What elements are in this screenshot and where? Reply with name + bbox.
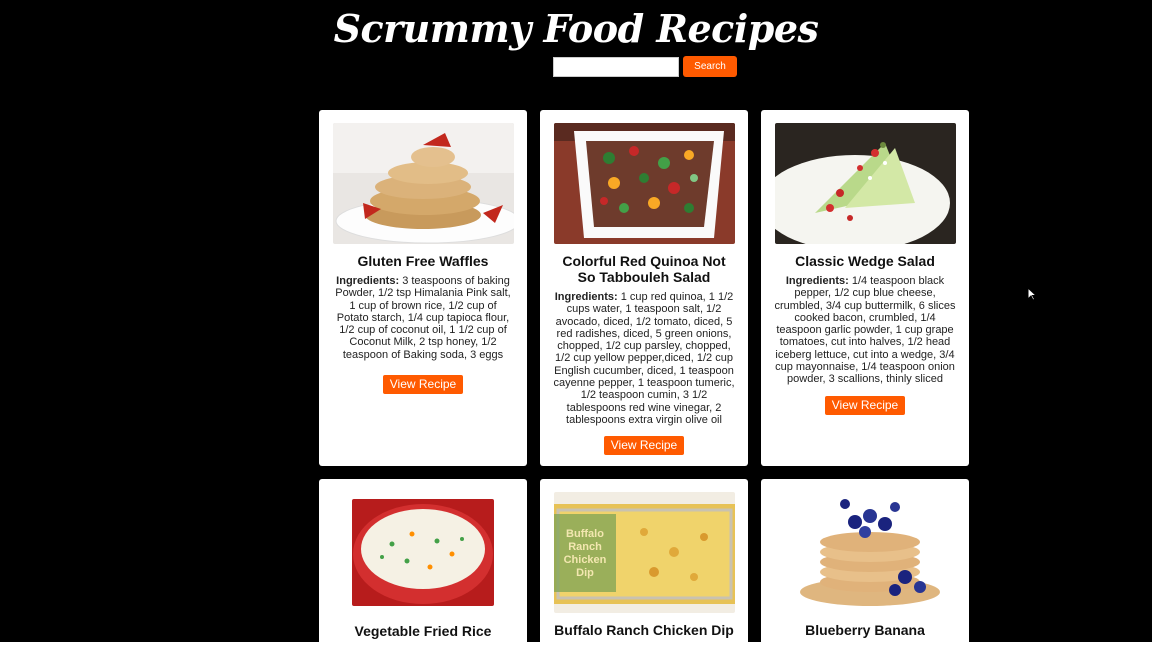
mouse-cursor-icon	[1027, 287, 1037, 301]
recipe-title: Colorful Red Quinoa Not So Tabbouleh Sal…	[562, 253, 726, 285]
recipe-image-chicken-dip[interactable]: Buffalo Ranch Chicken Dip	[553, 492, 735, 613]
recipe-title: Gluten Free Waffles	[357, 253, 489, 269]
ingredients-text: 1 cup red quinoa, 1 1/2 cups water, 1 te…	[553, 291, 735, 426]
recipe-title: Blueberry Banana	[805, 622, 925, 638]
recipe-image-pancakes[interactable]	[774, 492, 956, 613]
ingredients-text: 1/4 teaspoon black pepper, 1/2 cup blue …	[774, 275, 956, 386]
view-recipe-button[interactable]: View Recipe	[824, 395, 906, 415]
search-button[interactable]: Search	[683, 56, 737, 77]
search-bar: Search	[553, 56, 737, 77]
page: Scrummy Food Recipes Search Gluten Free …	[0, 0, 1152, 648]
recipe-card: Classic Wedge Salad Ingredients: 1/4 tea…	[761, 110, 969, 466]
view-recipe-button[interactable]: View Recipe	[603, 436, 685, 456]
bottom-strip	[0, 642, 1152, 648]
image-overlay-text: Ranch	[568, 541, 602, 553]
recipe-title: Classic Wedge Salad	[795, 253, 935, 269]
recipe-image-quinoa[interactable]	[553, 123, 735, 244]
image-overlay-text: Chicken	[563, 554, 606, 566]
search-input[interactable]	[553, 56, 679, 77]
ingredients-label: Ingredients:	[336, 275, 400, 287]
recipe-card: Buffalo Ranch Chicken Dip Buffalo Ranch …	[540, 479, 748, 648]
recipe-ingredients: Ingredients: 1/4 teaspoon black pepper, …	[774, 275, 956, 386]
image-overlay-text: Dip	[576, 567, 594, 579]
ingredients-text: 3 teaspoons of baking Powder, 1/2 tsp Hi…	[335, 275, 511, 361]
recipe-card: Gluten Free Waffles Ingredients: 3 teasp…	[319, 110, 527, 466]
recipe-card: Vegetable Fried Rice	[319, 479, 527, 648]
recipe-title: Buffalo Ranch Chicken Dip	[554, 622, 734, 638]
recipe-image-wedge-salad[interactable]	[774, 123, 956, 244]
recipe-card: Blueberry Banana	[761, 479, 969, 648]
recipe-card: Colorful Red Quinoa Not So Tabbouleh Sal…	[540, 110, 748, 466]
site-title: Scrummy Food Recipes	[333, 6, 819, 51]
recipe-ingredients: Ingredients: 1 cup red quinoa, 1 1/2 cup…	[553, 291, 735, 426]
recipe-title: Vegetable Fried Rice	[354, 623, 492, 639]
image-overlay-text: Buffalo	[566, 528, 604, 540]
ingredients-label: Ingredients:	[554, 291, 618, 303]
recipe-ingredients: Ingredients: 3 teaspoons of baking Powde…	[332, 275, 514, 361]
recipe-image-fried-rice[interactable]	[352, 499, 494, 606]
recipe-image-waffles[interactable]	[332, 123, 514, 244]
ingredients-label: Ingredients:	[785, 275, 849, 287]
view-recipe-button[interactable]: View Recipe	[382, 375, 464, 395]
